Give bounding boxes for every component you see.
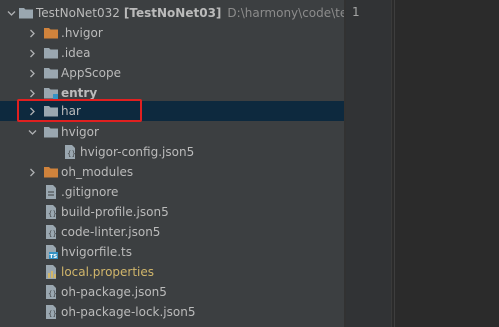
tree-item-label: .idea [61,46,91,60]
tree-item-label: har [61,104,81,118]
json5-file-icon: {} [43,304,59,320]
tree-item-label: AppScope [61,66,121,80]
module-folder-icon [43,85,59,101]
chevron-right-icon[interactable] [25,43,39,63]
tree-item-hvigorfile[interactable]: TS hvigorfile.ts [0,242,346,262]
tree-item-entry[interactable]: entry [0,83,346,103]
svg-text:{}: {} [48,210,57,218]
tree-item-build-profile[interactable]: {} build-profile.json5 [0,202,346,222]
tree-item-oh-package-lock[interactable]: {} oh-package-lock.json5 [0,302,346,322]
svg-text:TS: TS [50,254,58,260]
tree-item-gitignore[interactable]: .gitignore [0,182,346,202]
tree-item-oh-package[interactable]: {} oh-package.json5 [0,282,346,302]
tree-item-oh-modules[interactable]: oh_modules [0,162,346,182]
right-margin-guide [394,0,395,327]
project-module-tag: [TestNoNet03] [123,6,222,20]
project-root-path: D:\harmony\code\te [227,6,346,20]
folder-icon [43,103,59,119]
folder-icon [43,65,59,81]
svg-text:{}: {} [67,150,76,158]
tree-item-code-linter[interactable]: {} code-linter.json5 [0,222,346,242]
excluded-folder-icon [43,164,59,180]
chevron-down-icon[interactable] [4,3,18,23]
tree-item-label: hvigor [61,125,99,139]
svg-text:{}: {} [48,290,57,298]
chevron-right-icon[interactable] [25,101,39,121]
folder-icon [43,45,59,61]
tree-item-label: oh_modules [61,165,134,179]
line-number: 1 [352,5,360,19]
tree-item-label: build-profile.json5 [61,205,169,219]
tree-item-hvigor[interactable]: hvigor [0,122,346,142]
project-root-name: TestNoNet032 [36,6,120,20]
properties-file-icon [43,264,59,280]
chevron-down-icon[interactable] [25,122,39,142]
json5-file-icon: {} [43,284,59,300]
chevron-right-icon[interactable] [25,23,39,43]
line-number-gutter: 1 [346,0,392,327]
project-folder-icon [18,5,34,21]
tree-item-appscope[interactable]: AppScope [0,63,346,83]
svg-text:{}: {} [48,310,57,318]
svg-text:{}: {} [48,230,57,238]
tree-item-local-properties[interactable]: local.properties [0,262,346,282]
tree-item-label: code-linter.json5 [61,225,161,239]
tree-item-label: local.properties [61,265,155,279]
tree-item-label: .hvigor [61,26,103,40]
project-tool-window: TestNoNet032 [TestNoNet03] D:\harmony\co… [0,0,346,327]
tree-item-hvigor-dot[interactable]: .hvigor [0,23,346,43]
editor-area[interactable]: 1 [346,0,499,327]
tree-item-label: oh-package-lock.json5 [61,305,196,319]
tree-item-har[interactable]: har [0,101,346,121]
tree-item-idea[interactable]: .idea [0,43,346,63]
tree-item-label: hvigor-config.json5 [80,145,195,159]
typescript-file-icon: TS [43,244,59,260]
file-icon [43,184,59,200]
json5-file-icon: {} [43,224,59,240]
tree-item-label: oh-package.json5 [61,285,167,299]
tree-item-label: hvigorfile.ts [61,245,132,259]
tree-item-label: entry [61,86,98,100]
chevron-right-icon[interactable] [25,162,39,182]
json5-file-icon: {} [62,144,78,160]
excluded-folder-icon [43,25,59,41]
chevron-right-icon[interactable] [25,83,39,103]
tree-row-root[interactable]: TestNoNet032 [TestNoNet03] D:\harmony\co… [0,3,346,23]
chevron-right-icon[interactable] [25,63,39,83]
tree-item-label: .gitignore [61,185,119,199]
json5-file-icon: {} [43,204,59,220]
folder-icon [43,124,59,140]
tree-item-hvigor-config[interactable]: {} hvigor-config.json5 [0,142,346,162]
